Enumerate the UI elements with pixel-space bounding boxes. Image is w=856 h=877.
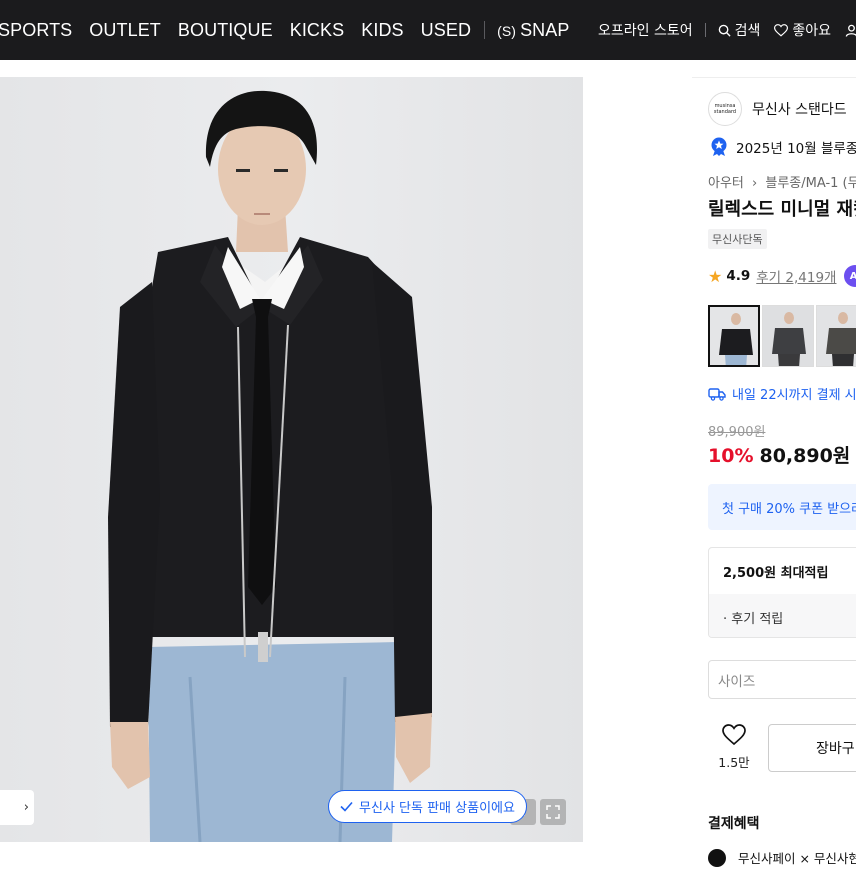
sale-price: 80,890원 [759, 445, 851, 467]
brand-name: 무신사 스탠다드 [752, 102, 847, 118]
musinsa-pay-icon [708, 848, 726, 867]
check-icon [340, 801, 353, 812]
expand-icon [546, 805, 560, 819]
breadcrumb-blouson[interactable]: 블루종/MA-1 (무 [765, 176, 856, 191]
brand-row[interactable]: musinsa standard 무신사 스탠다드 [708, 92, 847, 126]
breadcrumb-outer[interactable]: 아우터 [708, 176, 744, 191]
color-option-charcoal[interactable] [762, 305, 814, 367]
like-label: 좋아요 [792, 23, 832, 39]
review-count-link[interactable]: 후기 2,419개 [756, 266, 836, 286]
nav-sports[interactable]: SPORTS [0, 20, 72, 41]
price-row: 10% 80,890원 [708, 441, 850, 468]
size-placeholder: 사이즈 [718, 673, 756, 690]
brand-logo: musinsa standard [708, 92, 742, 126]
utility-nav: 오프라인 스토어 검색 좋아요 [598, 0, 856, 60]
review-points: · 후기 적립 [723, 612, 784, 627]
heart-icon [774, 23, 789, 37]
max-points: 2,500원 최대적립 [723, 566, 829, 581]
original-price: 89,900원 [708, 425, 766, 440]
product-title: 릴렉스드 미니멀 재킷 [708, 199, 856, 220]
delivery-text: 내일 22시까지 결제 시 [732, 388, 856, 403]
coupon-text: 첫 구매 20% 쿠폰 받으러 [722, 501, 856, 517]
heart-icon [722, 724, 746, 746]
star-icon: ★ [708, 266, 723, 286]
chevron-right-icon: › [23, 800, 29, 815]
thumbnail-next-button[interactable]: › [0, 790, 34, 825]
like-link[interactable]: 좋아요 [774, 20, 831, 40]
color-option-black[interactable] [708, 305, 760, 367]
points-box: 2,500원 최대적립 · 후기 적립 [708, 547, 856, 638]
category-nav: SPORTS OUTLET BOUTIQUE KICKS KIDS USED (… [0, 0, 586, 60]
ai-summary-button[interactable]: AI [844, 265, 856, 287]
search-icon [718, 24, 731, 37]
payment-benefits-title: 결제혜택 [708, 816, 760, 832]
delivery-truck-icon [708, 387, 726, 401]
points-detail: · 후기 적립 [709, 594, 856, 637]
nav-outlet[interactable]: OUTLET [89, 20, 161, 41]
nav-used[interactable]: USED [421, 20, 471, 41]
product-image-gallery[interactable]: ⇪ [0, 77, 583, 842]
nav-boutique[interactable]: BOUTIQUE [178, 20, 273, 41]
nav-kids[interactable]: KIDS [361, 20, 403, 41]
breadcrumb: 아우터 › 블루종/MA-1 (무 [708, 172, 856, 191]
like-product-button[interactable]: 1.5만 [708, 724, 760, 772]
brand-logo-line-2: standard [713, 109, 737, 115]
exclusive-tag: 무신사단독 [708, 229, 767, 249]
ranking-row[interactable]: 2025년 10월 블루종/M [710, 137, 856, 157]
first-purchase-coupon-banner[interactable]: 첫 구매 20% 쿠폰 받으러 [708, 484, 856, 530]
like-count: 1.5만 [718, 755, 750, 770]
payment-benefit-text: 무신사페이 × 무신사현 [738, 851, 856, 866]
discount-rate: 10% [708, 445, 754, 467]
user-icon [845, 24, 856, 37]
user-link[interactable] [845, 24, 856, 37]
top-navigation: SPORTS OUTLET BOUTIQUE KICKS KIDS USED (… [0, 0, 856, 60]
color-thumbnail-image [763, 306, 813, 366]
search-label: 검색 [734, 23, 761, 39]
nav-divider [704, 23, 706, 37]
delivery-info: 내일 22시까지 결제 시 [708, 384, 856, 403]
snap-icon: (S) [497, 22, 517, 39]
color-thumbnail-image [710, 307, 758, 365]
search-link[interactable]: 검색 [718, 20, 761, 40]
chevron-right-icon: › [752, 176, 758, 191]
ranking-badge-icon [711, 137, 727, 156]
product-info-panel: musinsastandard 무신사 스탠다드 2025년 10월 블루종/M… [692, 77, 856, 877]
fullscreen-button[interactable] [540, 799, 566, 825]
add-to-cart-button[interactable]: 장바구니 [768, 724, 856, 772]
cart-label: 장바구니 [816, 741, 856, 757]
color-thumbnail-image [817, 306, 856, 366]
nav-divider [484, 21, 486, 39]
payment-benefit-item[interactable]: 무신사페이 × 무신사현 [708, 848, 856, 867]
product-photo [108, 90, 432, 842]
exclusive-notice-text: 무신사 단독 판매 상품이에요 [359, 801, 515, 816]
color-options [708, 305, 856, 367]
size-select[interactable]: 사이즈 [708, 660, 856, 699]
nav-snap-label: SNAP [520, 19, 570, 40]
rating-row: ★ 4.9 후기 2,419개 AI [708, 265, 856, 287]
nav-kicks[interactable]: KICKS [290, 20, 345, 41]
offline-store-link[interactable]: 오프라인 스토어 [598, 20, 693, 40]
color-option-gray[interactable] [816, 305, 856, 367]
nav-snap[interactable]: (S) SNAP [497, 20, 569, 41]
exclusive-notice-pill: 무신사 단독 판매 상품이에요 [328, 790, 527, 823]
ranking-text: 2025년 10월 블루종/M [736, 141, 856, 157]
rating-score: 4.9 [726, 268, 751, 284]
